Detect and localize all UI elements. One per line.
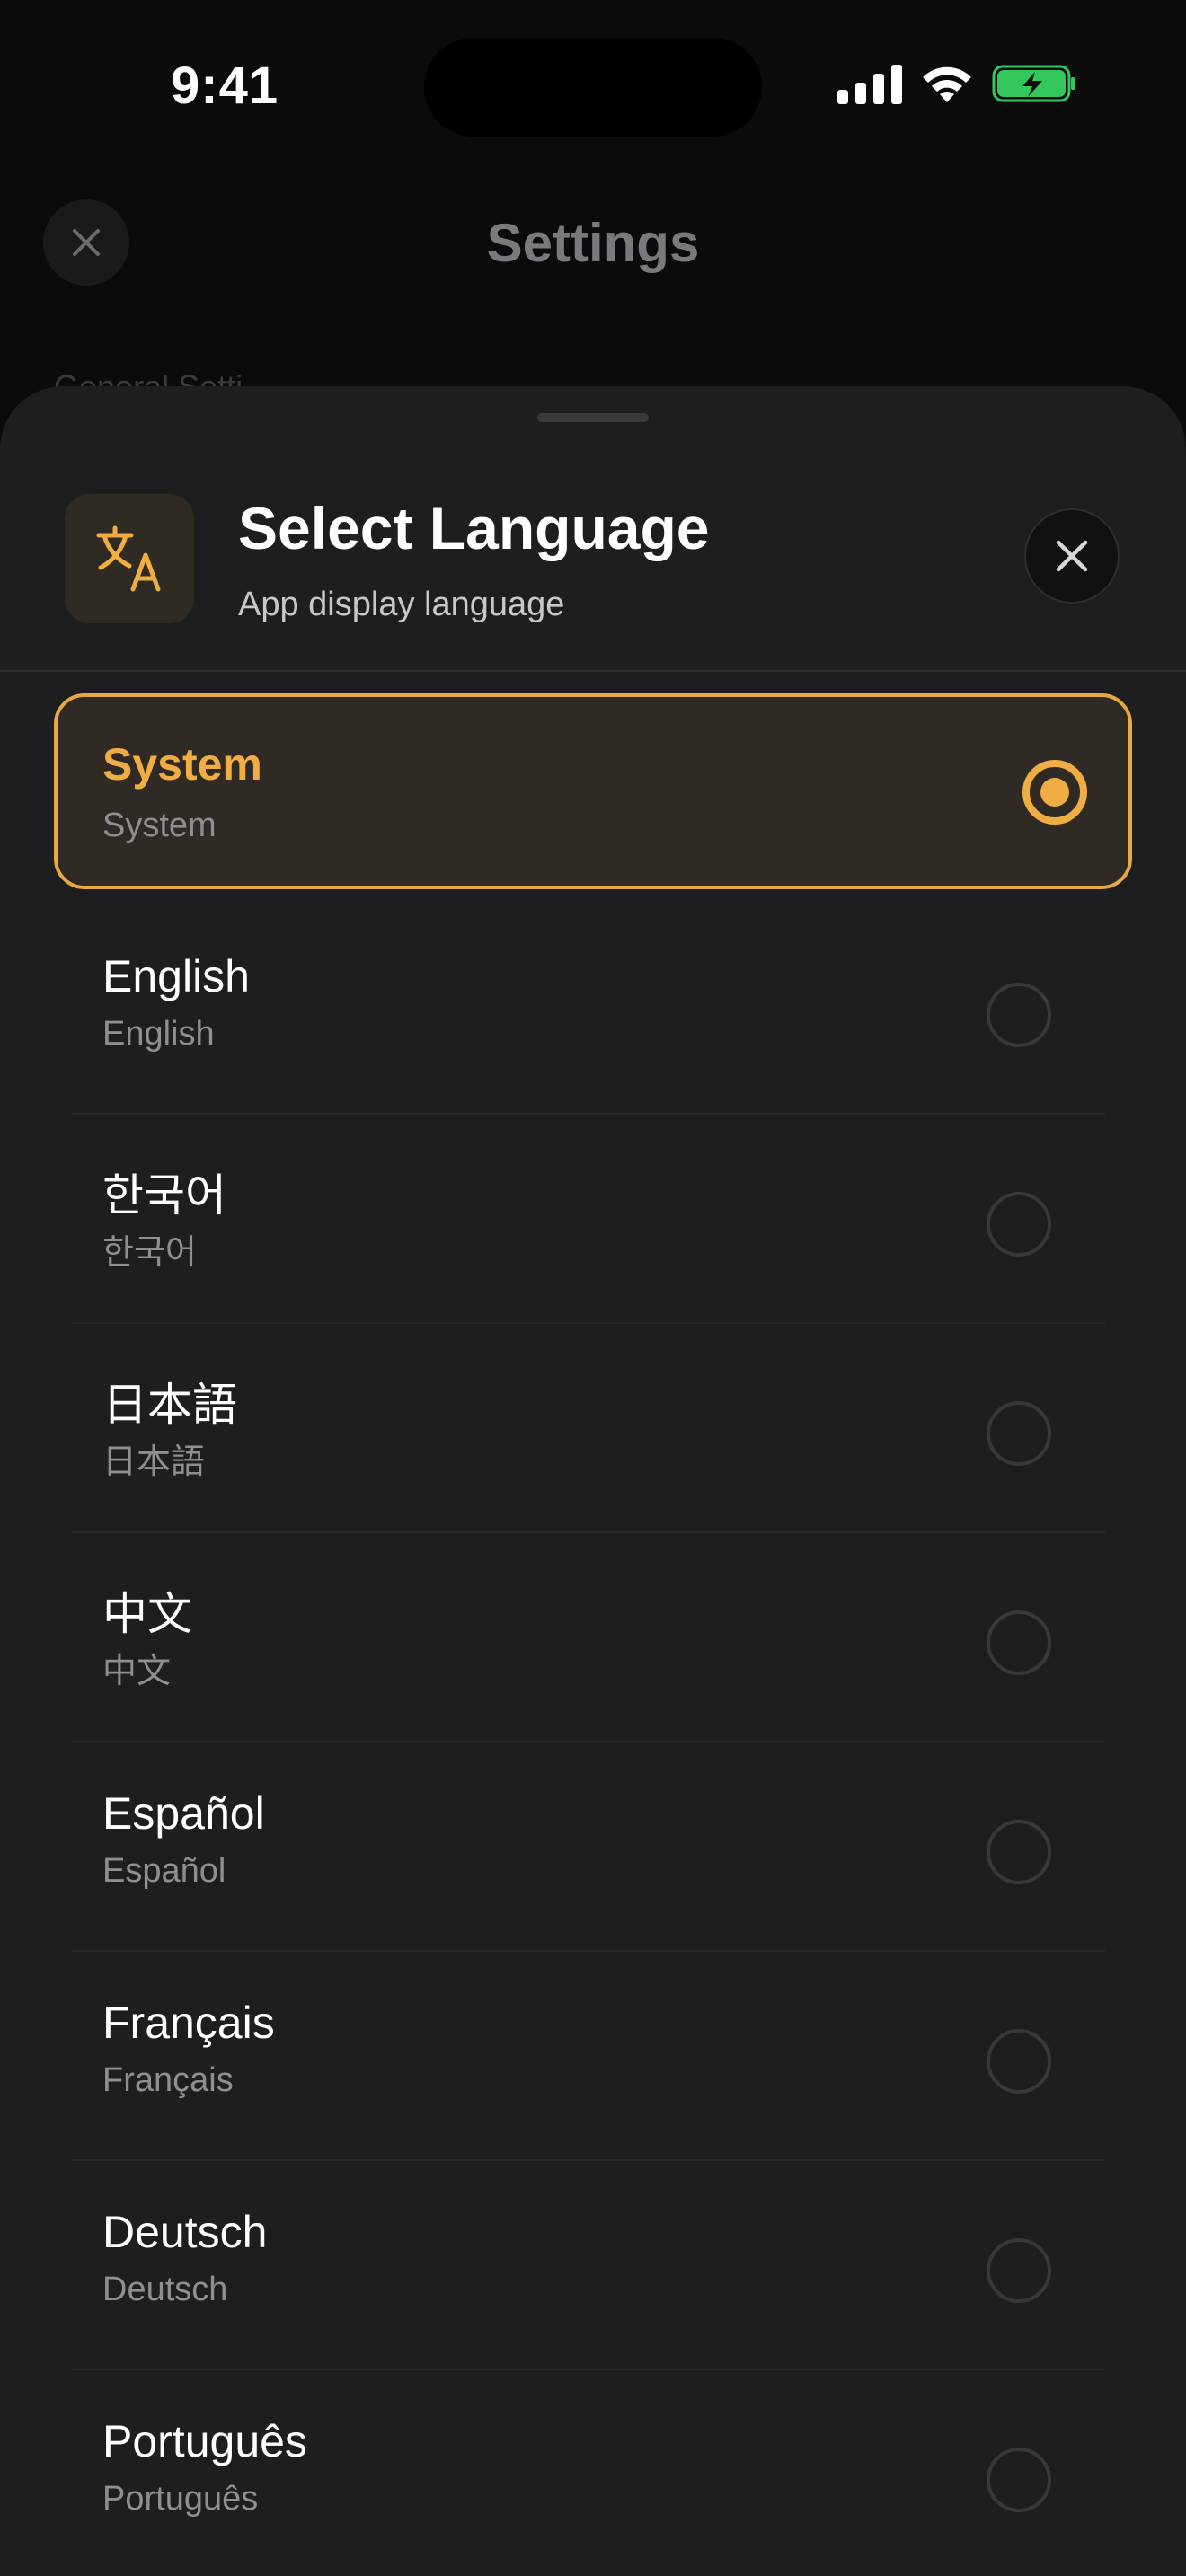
language-native-name: English	[102, 1015, 215, 1053]
language-name: English	[102, 951, 250, 1001]
status-bar: 9:41	[0, 0, 1186, 171]
sheet-header: Select Language App display language	[0, 386, 1186, 672]
language-name: 中文	[102, 1589, 192, 1639]
language-native-name: System	[102, 807, 217, 844]
cellular-signal-icon	[837, 63, 902, 104]
radio-unselected-icon[interactable]	[987, 2238, 1051, 2303]
language-native-name: Português	[102, 2480, 259, 2518]
language-list: System System English English 한국어 한국어 日本…	[0, 693, 1186, 2576]
language-option-japanese[interactable]: 日本語 日本語	[54, 1324, 1186, 1533]
language-option-korean[interactable]: 한국어 한국어	[54, 1115, 1186, 1324]
language-sheet: Select Language App display language Sys…	[0, 386, 1186, 2576]
language-option-german[interactable]: Deutsch Deutsch	[54, 2161, 1186, 2370]
language-name: System	[102, 739, 262, 790]
status-time: 9:41	[171, 57, 279, 115]
language-name: 日本語	[102, 1380, 237, 1430]
language-name: Português	[102, 2416, 307, 2466]
language-option-english[interactable]: English English	[54, 905, 1186, 1115]
language-option-french[interactable]: Français Français	[54, 1952, 1186, 2161]
language-name: Español	[102, 1788, 265, 1839]
status-icons	[837, 63, 1078, 104]
radio-selected-icon[interactable]	[1022, 760, 1087, 825]
background-title: Settings	[486, 213, 700, 273]
language-native-name: 한국어	[102, 1234, 197, 1272]
language-option-system[interactable]: System System	[54, 693, 1132, 889]
translate-icon	[96, 525, 161, 592]
language-name: 한국어	[102, 1170, 226, 1221]
sheet-subtitle: App display language	[238, 586, 565, 623]
battery-charging-icon	[992, 65, 1075, 102]
close-icon	[1056, 540, 1088, 572]
language-native-name: Deutsch	[102, 2271, 228, 2308]
language-native-name: Français	[102, 2061, 234, 2099]
language-native-name: 日本語	[102, 1443, 206, 1481]
radio-unselected-icon[interactable]	[987, 1401, 1051, 1466]
radio-unselected-icon[interactable]	[987, 1192, 1051, 1257]
background-header: Settings	[0, 189, 1186, 296]
header-icon-box	[65, 494, 194, 623]
radio-unselected-icon[interactable]	[987, 2448, 1051, 2512]
language-native-name: 中文	[102, 1653, 172, 1690]
radio-unselected-icon[interactable]	[987, 2029, 1051, 2094]
language-option-spanish[interactable]: Español Español	[54, 1742, 1186, 1952]
radio-unselected-icon[interactable]	[987, 1820, 1051, 1884]
dynamic-island	[424, 38, 762, 137]
sheet-title: Select Language	[238, 495, 710, 561]
radio-unselected-icon[interactable]	[987, 983, 1051, 1047]
language-option-portuguese[interactable]: Português Português	[54, 2370, 1186, 2576]
language-option-chinese[interactable]: 中文 中文	[54, 1533, 1186, 1742]
sheet-close-button[interactable]	[1024, 508, 1120, 604]
language-name: Français	[102, 1998, 275, 2048]
language-name: Deutsch	[102, 2207, 268, 2257]
radio-unselected-icon[interactable]	[987, 1610, 1051, 1675]
wifi-icon	[923, 66, 971, 102]
language-native-name: Español	[102, 1852, 226, 1890]
